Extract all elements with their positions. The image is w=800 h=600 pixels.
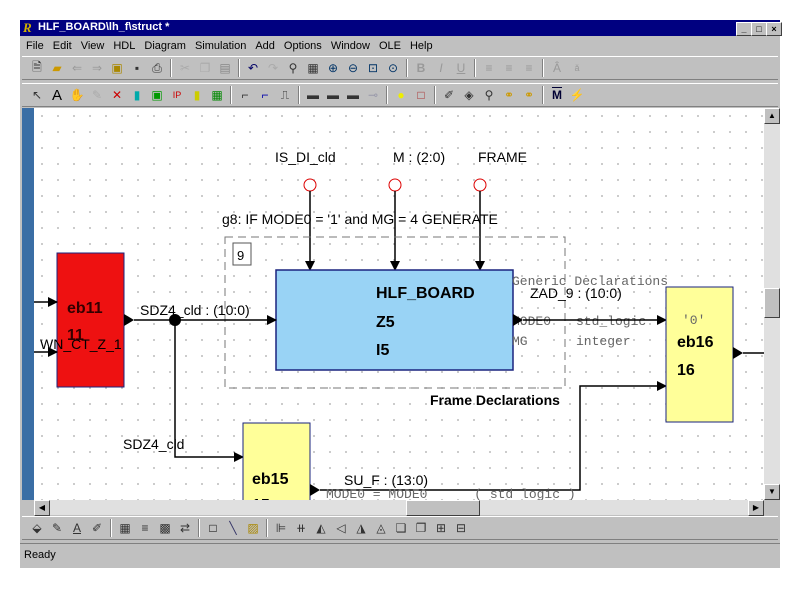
font-color-icon[interactable]: A <box>70 521 84 535</box>
scroll-left-icon[interactable]: ◀ <box>34 500 50 516</box>
hlf-board-line3: I5 <box>376 342 389 359</box>
output-port-arrow <box>733 347 743 359</box>
distribute-icon[interactable]: ⧺ <box>294 521 308 535</box>
separator <box>266 519 268 537</box>
eb11-name: eb11 <box>67 300 103 317</box>
signal-label-zad: ZAD_9 : (10:0) <box>530 285 622 301</box>
signal-label-su-f: SU_F : (13:0) <box>344 472 428 488</box>
frame-declarations-label: Frame Declarations <box>430 392 560 408</box>
scroll-up-icon[interactable]: ▲ <box>764 108 780 124</box>
hlf-board-line2: Z5 <box>376 314 395 331</box>
generate-label: g8: IF MODE0 = '1' and MG = 4 GENERATE <box>222 211 498 227</box>
rotate2-icon[interactable]: ◬ <box>374 521 388 535</box>
signal-label-sdz4-bus: SDZ4_cld : (10:0) <box>140 302 250 318</box>
eb16-num: 16 <box>677 362 695 379</box>
eb11-block[interactable] <box>56 252 125 388</box>
eb16-block[interactable] <box>665 286 734 423</box>
status-text: Ready <box>24 549 56 561</box>
eb16-value: '0' <box>682 313 705 328</box>
hlf-board-name: HLF_BOARD <box>376 285 475 302</box>
separator <box>198 519 200 537</box>
line-color-icon[interactable]: ✎ <box>50 521 64 535</box>
send-back-icon[interactable]: ❐ <box>414 521 428 535</box>
bring-front-icon[interactable]: ❏ <box>394 521 408 535</box>
rotate-icon[interactable]: ◮ <box>354 521 368 535</box>
line-style-icon[interactable]: ▦ <box>118 521 132 535</box>
generic-name: MG <box>512 334 528 349</box>
pen-color-icon[interactable]: ✐ <box>90 521 104 535</box>
fill-color-icon[interactable]: ⬙ <box>30 521 44 535</box>
flip-v-icon[interactable]: ◁ <box>334 521 348 535</box>
drawing-toolbar: ⬙ ✎ A ✐ ▦ ≡ ▩ ⇄ □ ╲ ▨ ⊫ ⧺ ◭ ◁ ◮ ◬ ❏ ❐ ⊞ … <box>22 516 778 540</box>
port-label-frame: FRAME <box>478 149 527 165</box>
align-icon[interactable]: ⊫ <box>274 521 288 535</box>
scroll-down-icon[interactable]: ▼ <box>764 484 780 500</box>
horizontal-scrollbar[interactable]: ◀ ▶ <box>34 500 764 516</box>
port-label-m: M : (2:0) <box>393 149 445 165</box>
group-icon[interactable]: ⊞ <box>434 521 448 535</box>
vertical-scrollbar[interactable]: ▲ ▼ <box>764 108 780 500</box>
vertical-scroll-thumb[interactable] <box>764 288 780 318</box>
eb15-name: eb15 <box>252 471 289 488</box>
status-bar: Ready <box>20 543 780 566</box>
horizontal-scroll-thumb[interactable] <box>406 500 480 516</box>
image-icon[interactable]: ▨ <box>246 521 260 535</box>
pattern-icon[interactable]: ▩ <box>158 521 172 535</box>
output-port-arrow <box>124 314 134 326</box>
ungroup-icon[interactable]: ⊟ <box>454 521 468 535</box>
output-port-arrow <box>310 484 320 496</box>
port-circle[interactable] <box>473 178 487 192</box>
frame-number: 9 <box>237 248 244 263</box>
separator <box>110 519 112 537</box>
eb16-name: eb16 <box>677 334 714 351</box>
port-label-is-di-cld: IS_DI_cld <box>275 149 336 165</box>
line-icon[interactable]: ╲ <box>226 521 240 535</box>
scroll-right-icon[interactable]: ▶ <box>748 500 764 516</box>
generic-type: std_logic <box>576 314 646 329</box>
port-circle[interactable] <box>388 178 402 192</box>
line-width-icon[interactable]: ≡ <box>138 521 152 535</box>
generic-type: integer <box>576 334 631 349</box>
rectangle-icon[interactable]: □ <box>206 521 220 535</box>
signal-label-sdz4: SDZ4_cld <box>123 436 184 452</box>
flip-h-icon[interactable]: ◭ <box>314 521 328 535</box>
arrow-style-icon[interactable]: ⇄ <box>178 521 192 535</box>
port-circle[interactable] <box>303 178 317 192</box>
signal-label-wn: WN_CT_Z_1 <box>40 336 122 352</box>
